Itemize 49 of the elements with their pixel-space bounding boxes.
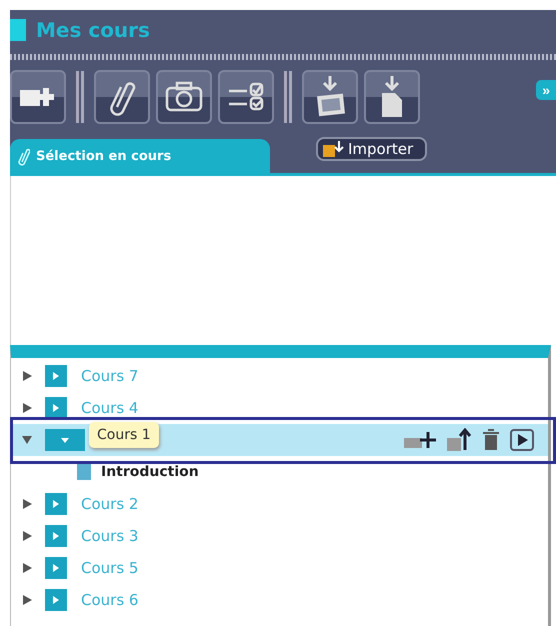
course-icon (45, 365, 67, 387)
course-icon (45, 493, 67, 515)
import-button[interactable]: Importer (316, 137, 428, 161)
toolbar-button[interactable] (156, 70, 212, 124)
tree-row[interactable]: Cours 2 (11, 488, 548, 520)
logo-icon (10, 19, 26, 41)
tree-row[interactable]: Cours 3 (11, 520, 548, 552)
tree-row[interactable]: Cours 6 (11, 584, 548, 616)
course-label: Cours 7 (81, 367, 138, 385)
course-label: Cours 3 (81, 527, 138, 545)
caret-right-icon[interactable] (21, 370, 33, 382)
page-icon (77, 464, 91, 480)
import-icon (322, 140, 344, 158)
course-icon (45, 557, 67, 579)
course-label: Cours 2 (81, 495, 138, 513)
course-icon (45, 589, 67, 611)
course-label: Cours 6 (81, 591, 138, 609)
toolbar-button[interactable] (10, 70, 66, 124)
tab[interactable]: Sélection en cours (10, 139, 270, 173)
caret-down-icon[interactable] (21, 434, 33, 446)
course-label: Cours 5 (81, 559, 138, 577)
course-icon (45, 429, 85, 451)
toolbar-separator (76, 71, 84, 123)
expand-button[interactable]: » (536, 80, 556, 100)
caret-right-icon[interactable] (21, 594, 33, 606)
toolbar-button[interactable] (94, 70, 150, 124)
trash-icon[interactable] (482, 429, 500, 451)
toolbar-button[interactable] (218, 70, 274, 124)
tooltip: Cours 1 (89, 422, 159, 448)
move-up-icon[interactable] (446, 428, 472, 452)
caret-right-icon[interactable] (21, 562, 33, 574)
add-item-icon[interactable] (404, 430, 436, 450)
caret-right-icon[interactable] (21, 498, 33, 510)
paperclip-icon (18, 146, 30, 166)
course-icon (45, 525, 67, 547)
play-icon[interactable] (510, 429, 534, 451)
tree-row[interactable]: Cours 5 (11, 552, 548, 584)
tree-row[interactable]: Cours 7 (11, 360, 548, 392)
lesson-label[interactable]: Introduction (101, 464, 199, 480)
toolbar-button[interactable] (302, 70, 358, 124)
caret-right-icon[interactable] (21, 402, 33, 414)
course-icon (45, 397, 67, 419)
course-label: Cours 4 (81, 399, 138, 417)
toolbar-separator (284, 71, 292, 123)
panel-title: Mes cours (36, 18, 150, 42)
toolbar-button[interactable] (364, 70, 420, 124)
caret-right-icon[interactable] (21, 530, 33, 542)
tree-row[interactable]: Cours 1 (11, 424, 548, 456)
camera-icon (164, 80, 204, 114)
